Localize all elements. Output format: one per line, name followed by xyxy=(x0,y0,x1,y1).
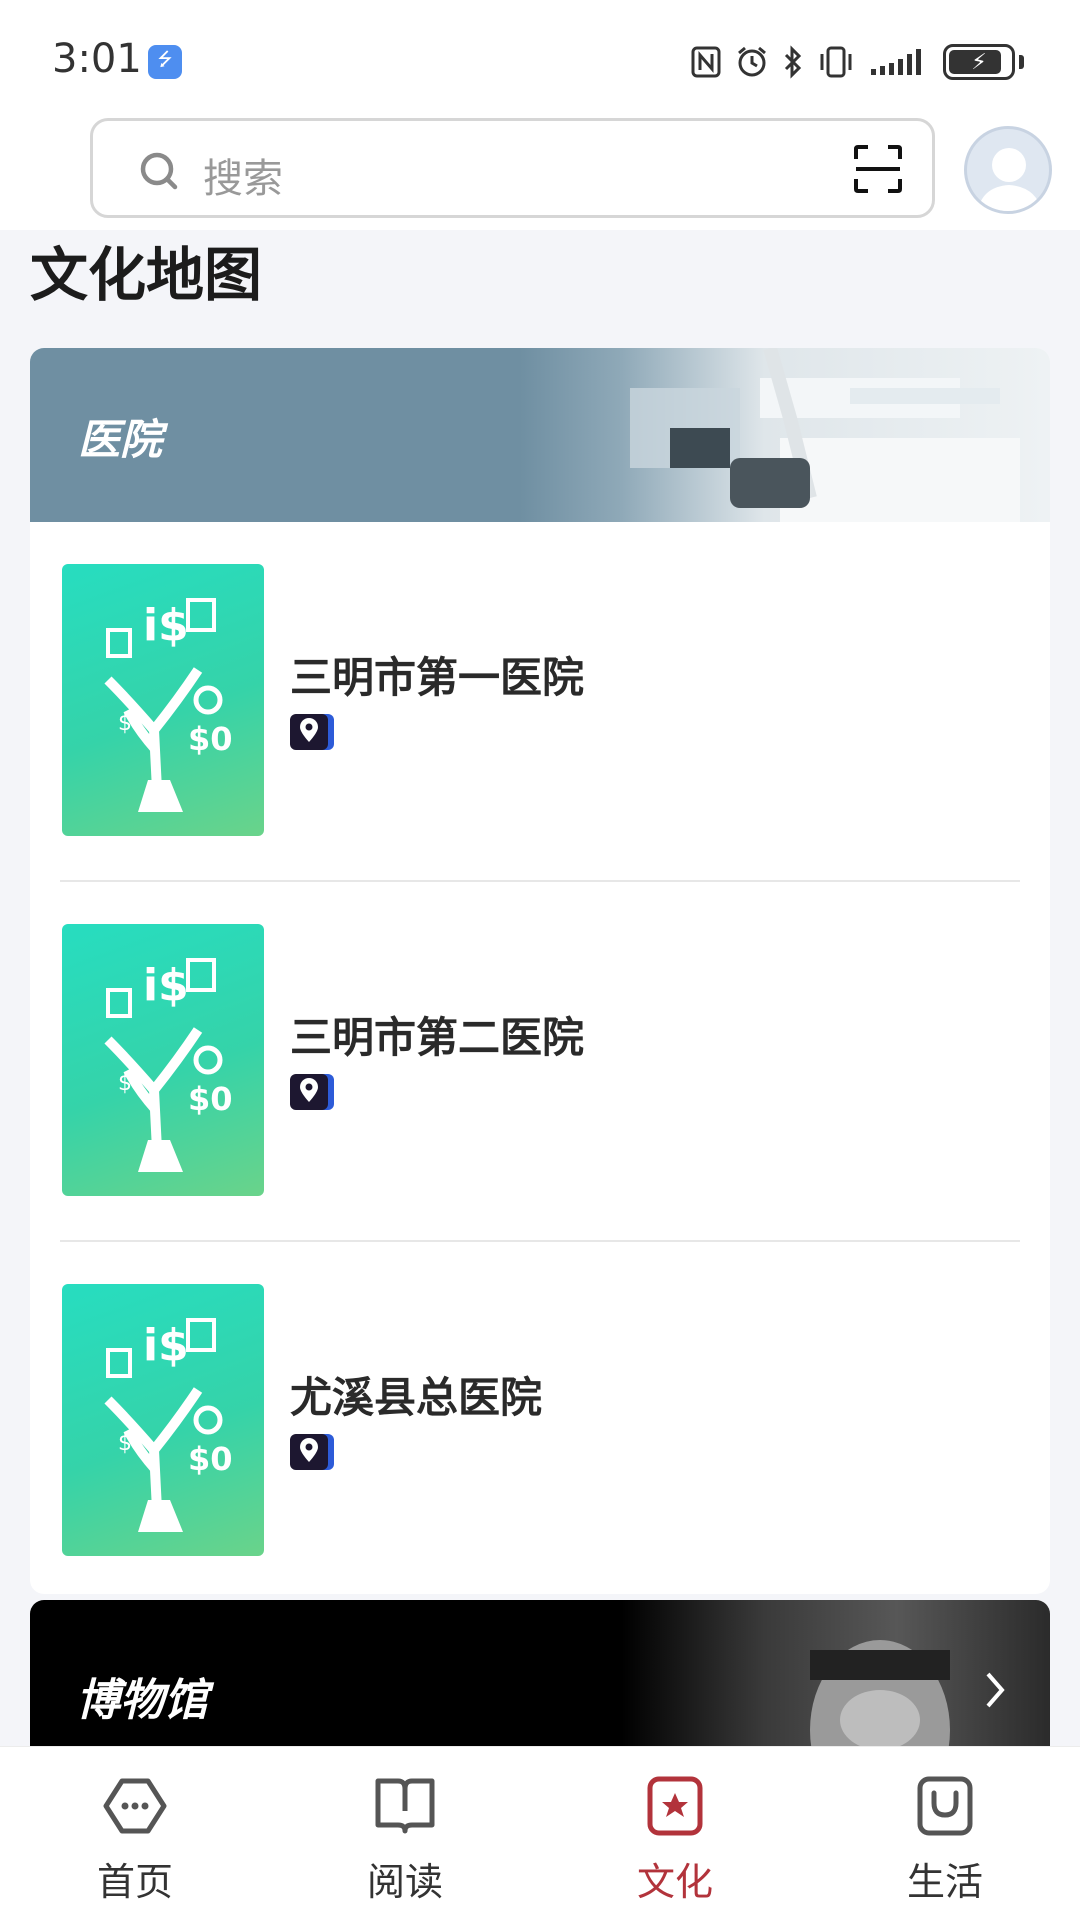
tree-logo-icon: i$ $0 $ xyxy=(62,924,264,1196)
location-pin-icon[interactable] xyxy=(290,1072,336,1112)
list-item[interactable]: i$ $0 $ 三明市第二医院 xyxy=(60,882,1020,1242)
location-pin-icon[interactable] xyxy=(290,712,336,752)
nav-item-culture[interactable]: 文化 xyxy=(540,1747,810,1920)
nav-item-home[interactable]: 首页 xyxy=(0,1747,270,1920)
avatar-icon[interactable] xyxy=(964,126,1052,214)
category-card-museum[interactable]: 博物馆 xyxy=(30,1600,1050,1760)
nav-item-life[interactable]: 生活 xyxy=(810,1747,1080,1920)
svg-text:$: $ xyxy=(118,711,132,736)
signal-icon xyxy=(871,49,921,75)
chevron-right-icon[interactable] xyxy=(984,1670,1006,1710)
status-bar: 3:01 ⭍ ⚡ xyxy=(0,0,1080,118)
location-pin-icon[interactable] xyxy=(290,1432,336,1472)
svg-text:$0: $0 xyxy=(188,1080,233,1118)
svg-text:$0: $0 xyxy=(188,1440,233,1478)
home-icon xyxy=(103,1778,167,1834)
nav-label: 首页 xyxy=(96,1860,173,1904)
tree-logo-icon: i$ $0 $ xyxy=(62,564,264,836)
category-banner[interactable]: 医院 xyxy=(30,348,1050,522)
book-icon xyxy=(375,1778,435,1834)
battery-charging-icon: ⚡ xyxy=(943,44,1015,80)
nav-label: 生活 xyxy=(906,1860,983,1904)
item-name: 尤溪县总医院 xyxy=(290,1373,543,1422)
scan-icon[interactable] xyxy=(852,143,904,195)
svg-text:$0: $0 xyxy=(188,720,233,758)
nav-label: 文化 xyxy=(636,1860,713,1904)
bag-icon xyxy=(917,1776,973,1836)
search-placeholder: 搜索 xyxy=(203,156,283,202)
alarm-icon xyxy=(738,46,766,77)
hospital-room-image xyxy=(630,348,1020,522)
svg-text:$: $ xyxy=(118,1431,132,1456)
category-card-hospital: 医院 i$ $0 $ 三明市第一医院 i$ $0 $ 三明市第二医院 i$ $0… xyxy=(30,348,1050,1594)
bottom-nav: 首页 阅读 文化 生活 xyxy=(0,1746,1080,1920)
svg-text:i$: i$ xyxy=(143,1320,189,1371)
search-icon xyxy=(140,152,178,190)
item-name: 三明市第一医院 xyxy=(290,653,585,702)
status-time: 3:01 xyxy=(52,36,142,82)
tree-logo-icon: i$ $0 $ xyxy=(62,1284,264,1556)
nfc-icon xyxy=(691,46,721,78)
item-name: 三明市第二医院 xyxy=(290,1013,585,1062)
svg-text:i$: i$ xyxy=(143,600,189,651)
vibrate-icon xyxy=(820,46,852,78)
header: 搜索 xyxy=(0,108,1080,230)
search-input[interactable]: 搜索 xyxy=(90,118,935,218)
category-title: 医院 xyxy=(78,415,163,464)
page-title: 文化地图 xyxy=(30,241,263,309)
list-item[interactable]: i$ $0 $ 三明市第一医院 xyxy=(60,522,1020,882)
nav-label: 阅读 xyxy=(366,1860,443,1904)
svg-text:$: $ xyxy=(118,1071,132,1096)
usb-icon: ⭍ xyxy=(148,45,182,79)
star-icon xyxy=(647,1776,703,1836)
status-icons: ⚡ xyxy=(691,40,1024,84)
nav-item-reading[interactable]: 阅读 xyxy=(270,1747,540,1920)
category-title: 博物馆 xyxy=(76,1675,208,1726)
list-item[interactable]: i$ $0 $ 尤溪县总医院 xyxy=(60,1242,1020,1594)
bluetooth-icon xyxy=(784,45,802,79)
svg-text:i$: i$ xyxy=(143,960,189,1011)
